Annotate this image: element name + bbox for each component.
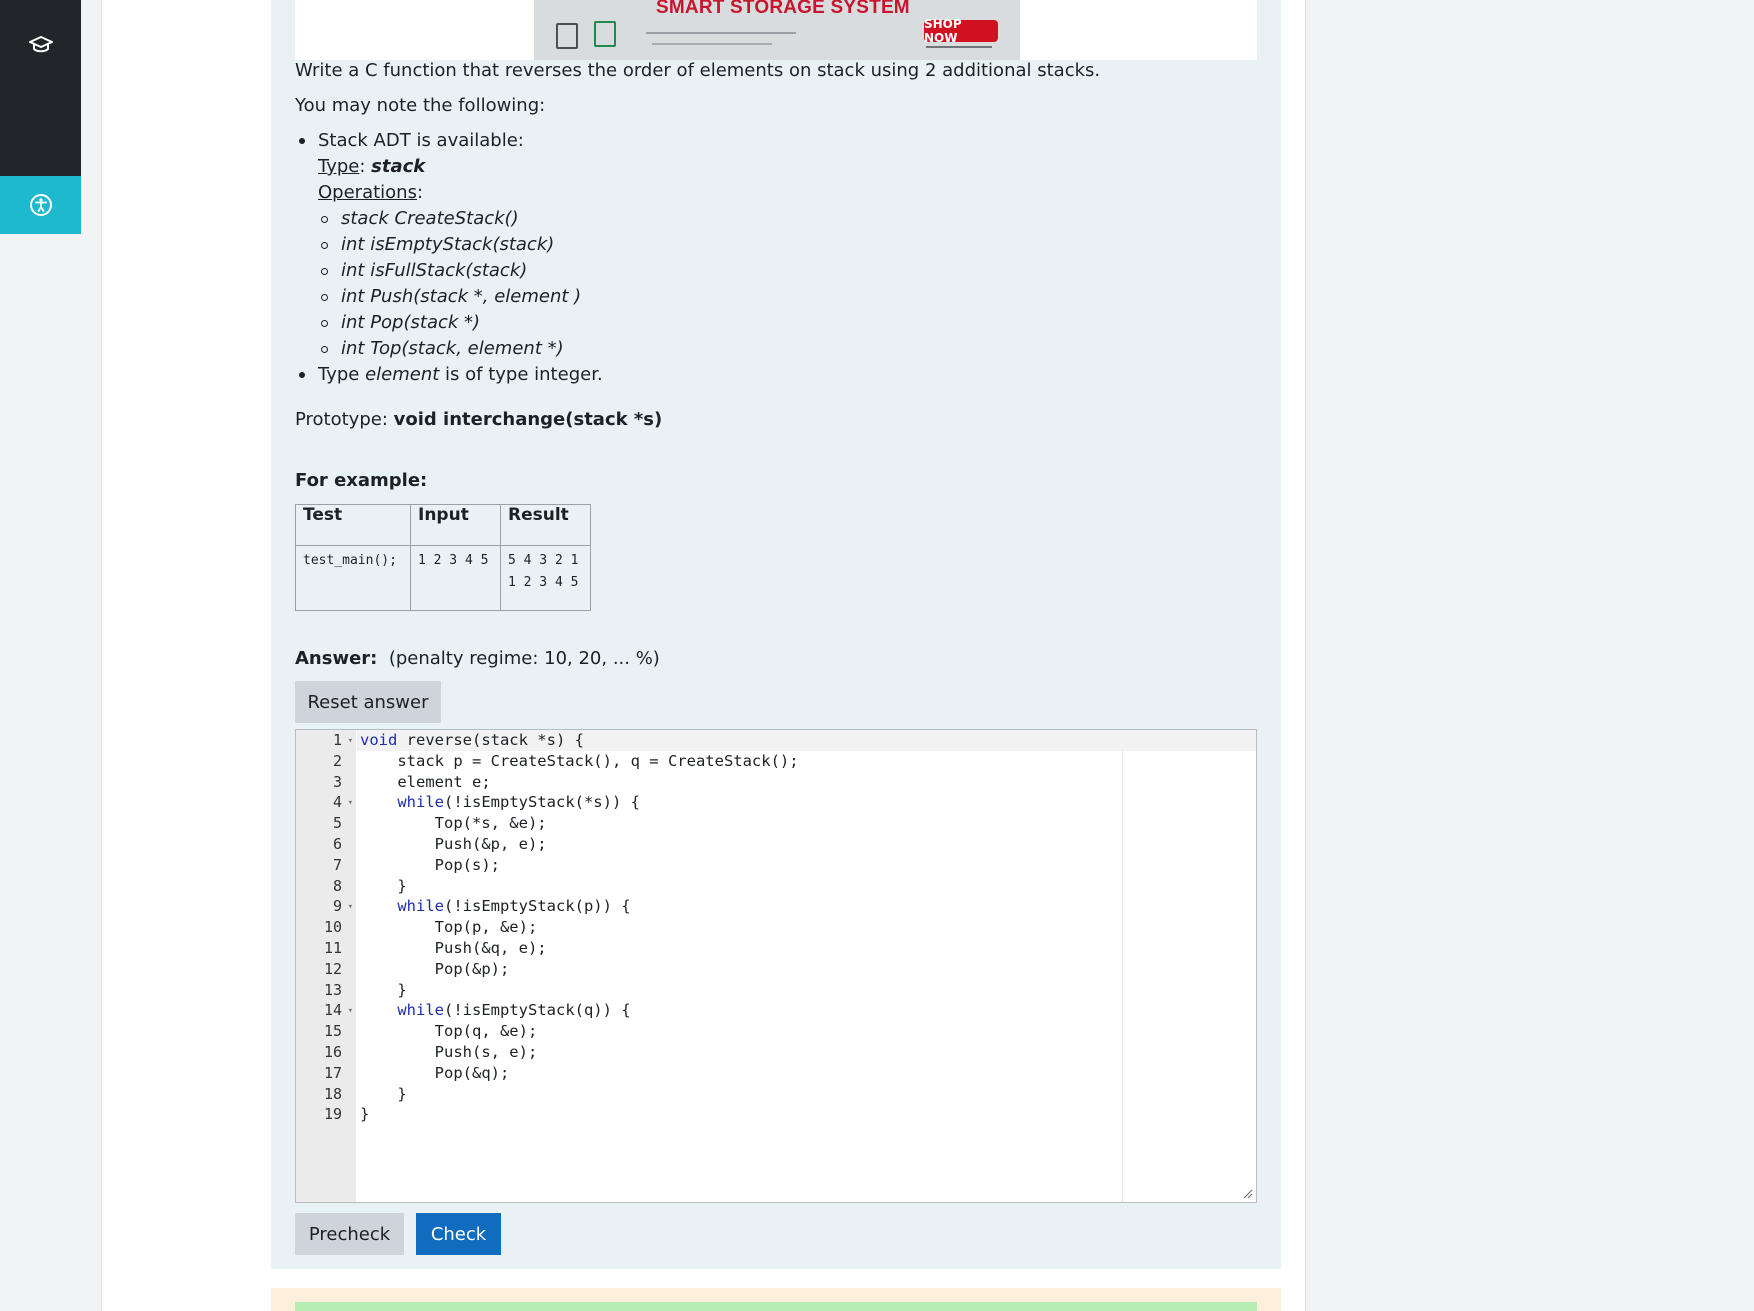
line-number: 12 <box>323 959 342 978</box>
accessibility-button[interactable] <box>0 176 81 234</box>
line-number-gutter: 1 ▾ 2 3 4 ▾ 5 6 7 8 9 ▾ 10 11 12 13 14 ▾ 15 16 17 18 19 <box>296 730 356 1202</box>
line-number: 9 ▾ <box>296 896 356 917</box>
bullet <box>299 372 305 378</box>
check-button[interactable]: Check <box>416 1213 501 1255</box>
operation-item: int Top(stack, element *) <box>321 336 603 362</box>
code-line: void reverse(stack *s) { <box>357 730 1256 751</box>
line-number: 17 <box>323 1063 342 1082</box>
code-line: Pop(&p); <box>360 959 510 978</box>
shop-now-button[interactable]: SHOP NOW <box>924 17 998 45</box>
example-table: Test Input Result test_main(); 1 2 3 4 5… <box>295 504 591 611</box>
code-line: Pop(s); <box>360 855 500 874</box>
product-icon <box>594 21 616 47</box>
operation-item: int Pop(stack *) <box>321 310 603 336</box>
line-number: 2 <box>332 751 342 770</box>
input-cell: 1 2 3 4 5 <box>410 545 501 611</box>
question-note: You may note the following: <box>295 95 546 116</box>
line-number: 1 ▾ <box>296 730 356 751</box>
fold-arrow-icon[interactable]: ▾ <box>348 793 353 814</box>
example-heading: For example: <box>295 470 428 491</box>
line-number: 14 ▾ <box>296 1000 356 1021</box>
ad-url <box>926 46 992 48</box>
answer-label: Answer: <box>295 648 378 669</box>
code-line: stack p = CreateStack(), q = CreateStack… <box>360 751 799 770</box>
column-header: Result <box>500 504 591 546</box>
table-row: test_main(); 1 2 3 4 5 5 4 3 2 1 1 2 3 4… <box>295 545 591 611</box>
code-line: Top(*s, &e); <box>360 814 547 833</box>
code-line: element e; <box>360 772 491 791</box>
list-item: Type element is of type integer. <box>299 362 603 388</box>
code-line: } <box>360 876 407 895</box>
penalty-regime: (penalty regime: 10, 20, ... %) <box>388 648 660 669</box>
code-line: while(!isEmptyStack(*s)) { <box>397 793 640 812</box>
result-strip <box>295 1302 1257 1311</box>
code-area[interactable]: void reverse(stack *s) { stack p = Creat… <box>357 730 1256 1125</box>
code-line: Push(&q, e); <box>360 938 547 957</box>
code-line: while(!isEmptyStack(p)) { <box>397 897 631 916</box>
test-cell: test_main(); <box>295 545 411 611</box>
code-line: } <box>360 1105 370 1124</box>
code-line: } <box>360 1084 407 1103</box>
adt-list: Stack ADT is available: Type: stack Oper… <box>299 128 603 388</box>
ad-title: SMART STORAGE SYSTEM <box>656 0 910 18</box>
column-header: Test <box>295 504 411 546</box>
ad-banner[interactable]: SMART STORAGE SYSTEM SHOP NOW <box>534 0 1020 60</box>
line-number: 15 <box>323 1022 342 1041</box>
ad-fine-print <box>646 32 796 34</box>
operation-item: int isEmptyStack(stack) <box>321 232 603 258</box>
operation-item: stack CreateStack() <box>321 206 603 232</box>
result-cell: 5 4 3 2 1 1 2 3 4 5 <box>500 545 591 611</box>
type-line: Type: stack <box>318 156 426 177</box>
line-number: 13 <box>323 980 342 999</box>
fold-arrow-icon[interactable]: ▾ <box>348 1001 353 1022</box>
line-number: 6 <box>332 834 342 853</box>
line-number: 18 <box>323 1084 342 1103</box>
graduation-cap-icon <box>28 36 53 53</box>
list-item: Stack ADT is available: <box>299 128 603 154</box>
line-number: 7 <box>332 855 342 874</box>
code-line: Top(p, &e); <box>360 918 538 937</box>
ad-fine-print <box>652 43 772 45</box>
code-editor[interactable]: 1 ▾ 2 3 4 ▾ 5 6 7 8 9 ▾ 10 11 12 13 14 ▾ 15 16 17 18 19 void r… <box>295 729 1257 1203</box>
reset-answer-button[interactable]: Reset answer <box>295 681 441 723</box>
operations-line: Operations: <box>318 182 424 203</box>
code-line: Pop(&q); <box>360 1063 510 1082</box>
fold-arrow-icon[interactable]: ▾ <box>348 897 353 918</box>
line-number: 19 <box>323 1105 342 1124</box>
code-line: Push(&p, e); <box>360 834 547 853</box>
operation-item: int isFullStack(stack) <box>321 258 603 284</box>
line-number: 11 <box>323 938 342 957</box>
line-number: 10 <box>323 918 342 937</box>
code-line: while(!isEmptyStack(q)) { <box>397 1001 631 1020</box>
line-number: 8 <box>332 876 342 895</box>
code-line: } <box>360 980 407 999</box>
line-number: 5 <box>332 814 342 833</box>
code-line: Push(s, e); <box>360 1042 538 1061</box>
line-number: 3 <box>332 772 342 791</box>
product-icon <box>556 23 578 49</box>
fold-arrow-icon[interactable]: ▾ <box>348 731 353 752</box>
bullet <box>299 138 305 144</box>
question-intro: Write a C function that reverses the ord… <box>295 60 1101 81</box>
line-number: 16 <box>323 1042 342 1061</box>
precheck-button[interactable]: Precheck <box>295 1213 404 1255</box>
column-header: Input <box>410 504 501 546</box>
accessibility-icon <box>29 194 52 216</box>
code-line: Top(q, &e); <box>360 1022 538 1041</box>
line-number: 4 ▾ <box>296 792 356 813</box>
operation-item: int Push(stack *, element ) <box>321 284 603 310</box>
answer-header: Answer: (penalty regime: 10, 20, ... %) <box>295 648 660 669</box>
prototype: Prototype: void interchange(stack *s) <box>295 409 663 430</box>
courses-button[interactable] <box>0 0 81 90</box>
resize-handle-icon[interactable] <box>1243 1189 1253 1199</box>
